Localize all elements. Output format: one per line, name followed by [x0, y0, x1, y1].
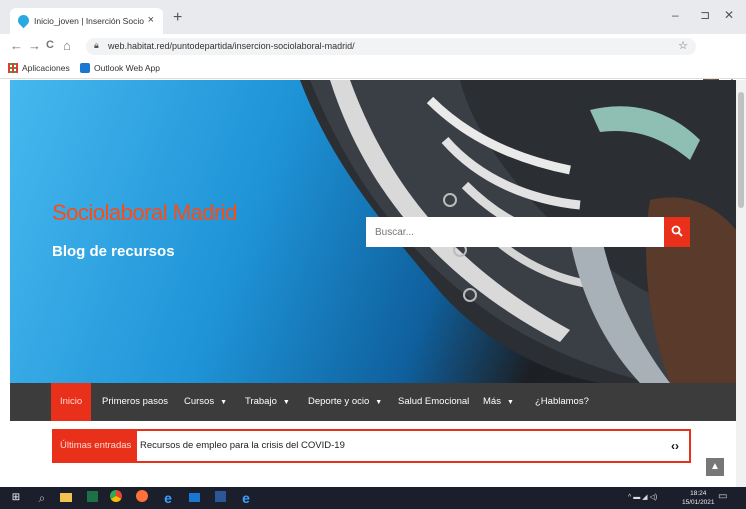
outlook-icon[interactable] — [186, 490, 202, 506]
windows-taskbar: ⊞ ⌕ e e ^ ▬ ◢ ◁) 18:24 15/01/2021 ▭ — [0, 487, 746, 509]
url-text: web.habitat.red/puntodepartida/insercion… — [108, 41, 355, 51]
nav-item-cursos[interactable]: Cursos ▼ — [184, 383, 227, 421]
chevron-down-icon: ▼ — [506, 399, 514, 406]
windows-start-icon[interactable]: ⊞ — [8, 490, 24, 506]
nav-item-hablamos[interactable]: ¿Hablamos? — [535, 383, 589, 421]
clock-date: 15/01/2021 — [682, 499, 715, 506]
tab-title: Inicio_joven | Inserción Sociolab — [34, 16, 144, 26]
search-icon[interactable]: ⌕ — [34, 490, 50, 506]
nav-item-primeros-pasos[interactable]: Primeros pasos — [102, 383, 168, 421]
reload-icon[interactable]: C — [46, 39, 54, 51]
nav-item-mas[interactable]: Más ▼ — [483, 383, 514, 421]
nav-item-trabajo[interactable]: Trabajo ▼ — [245, 383, 290, 421]
chevron-down-icon: ▼ — [220, 399, 228, 406]
tab-close-icon[interactable]: × — [148, 14, 154, 26]
bookmark-apps[interactable]: Aplicaciones — [8, 63, 70, 73]
home-icon[interactable]: ⌂ — [63, 38, 71, 53]
search-icon — [671, 225, 683, 237]
taskbar-clock[interactable]: 18:24 15/01/2021 — [682, 489, 715, 507]
ticker-entry-link[interactable]: Recursos de empleo para la crisis del CO… — [140, 431, 345, 461]
minimize-icon[interactable]: – — [672, 8, 679, 22]
main-navigation: Inicio Primeros pasos Cursos ▼ Trabajo ▼ D… — [10, 383, 736, 421]
bookmark-outlook[interactable]: Outlook Web App — [80, 63, 160, 73]
nav-item-inicio[interactable]: Inicio — [51, 383, 92, 421]
search-input[interactable] — [366, 217, 664, 247]
nav-item-salud-emocional[interactable]: Salud Emocional — [398, 383, 469, 421]
site-title[interactable]: Sociolaboral Madrid — [52, 200, 237, 226]
outlook-icon — [80, 63, 90, 73]
apps-grid-icon — [8, 63, 18, 73]
notifications-icon[interactable]: ▭ — [718, 491, 727, 502]
internet-explorer-icon[interactable]: e — [238, 490, 254, 506]
site-subtitle: Blog de recursos — [52, 243, 175, 260]
firefox-icon[interactable] — [134, 490, 150, 506]
chrome-icon[interactable] — [108, 490, 124, 506]
back-icon[interactable]: ← — [10, 38, 23, 53]
edge-icon[interactable]: e — [160, 490, 176, 506]
ticker-label: Últimas entradas — [54, 431, 138, 461]
bookmarks-bar: Aplicaciones Outlook Web App — [0, 58, 746, 79]
site-favicon-icon — [15, 12, 32, 29]
nav-item-deporte-ocio[interactable]: Deporte y ocio ▼ — [308, 383, 382, 421]
system-tray-icons[interactable]: ^ ▬ ◢ ◁) — [628, 493, 657, 501]
new-tab-icon[interactable]: + — [173, 9, 182, 27]
bookmark-star-icon[interactable]: ☆ — [678, 39, 688, 52]
excel-icon[interactable] — [84, 490, 100, 506]
forward-icon[interactable]: → — [28, 38, 41, 53]
lock-icon: 🔒︎ — [94, 40, 99, 50]
clock-time: 18:24 — [690, 490, 707, 497]
word-icon[interactable] — [212, 490, 228, 506]
url-field[interactable]: 🔒︎ web.habitat.red/puntodepartida/inserc… — [86, 38, 696, 55]
chevron-down-icon: ▼ — [375, 399, 383, 406]
bookmark-label: Outlook Web App — [94, 63, 160, 73]
search-button[interactable] — [664, 217, 690, 247]
browser-tab[interactable]: Inicio_joven | Inserción Sociolab × — [10, 8, 163, 34]
close-window-icon[interactable]: ✕ — [724, 8, 734, 22]
file-explorer-icon[interactable] — [58, 490, 74, 506]
latest-entries-ticker: Últimas entradas Recursos de empleo para… — [52, 429, 691, 463]
chevron-down-icon: ▼ — [282, 399, 290, 406]
address-bar-row: ← → C ⌂ 🔒︎ web.habitat.red/puntodepartid… — [0, 34, 746, 87]
maximize-icon[interactable]: ⊐ — [700, 8, 710, 22]
scrollbar-thumb[interactable] — [738, 92, 744, 208]
ticker-arrows-icon[interactable]: ‹› — [671, 431, 679, 461]
bookmark-label: Aplicaciones — [22, 63, 70, 73]
scroll-to-top-button[interactable]: ▲ — [706, 458, 724, 476]
browser-tab-bar: Inicio_joven | Inserción Sociolab × + – … — [0, 0, 746, 34]
